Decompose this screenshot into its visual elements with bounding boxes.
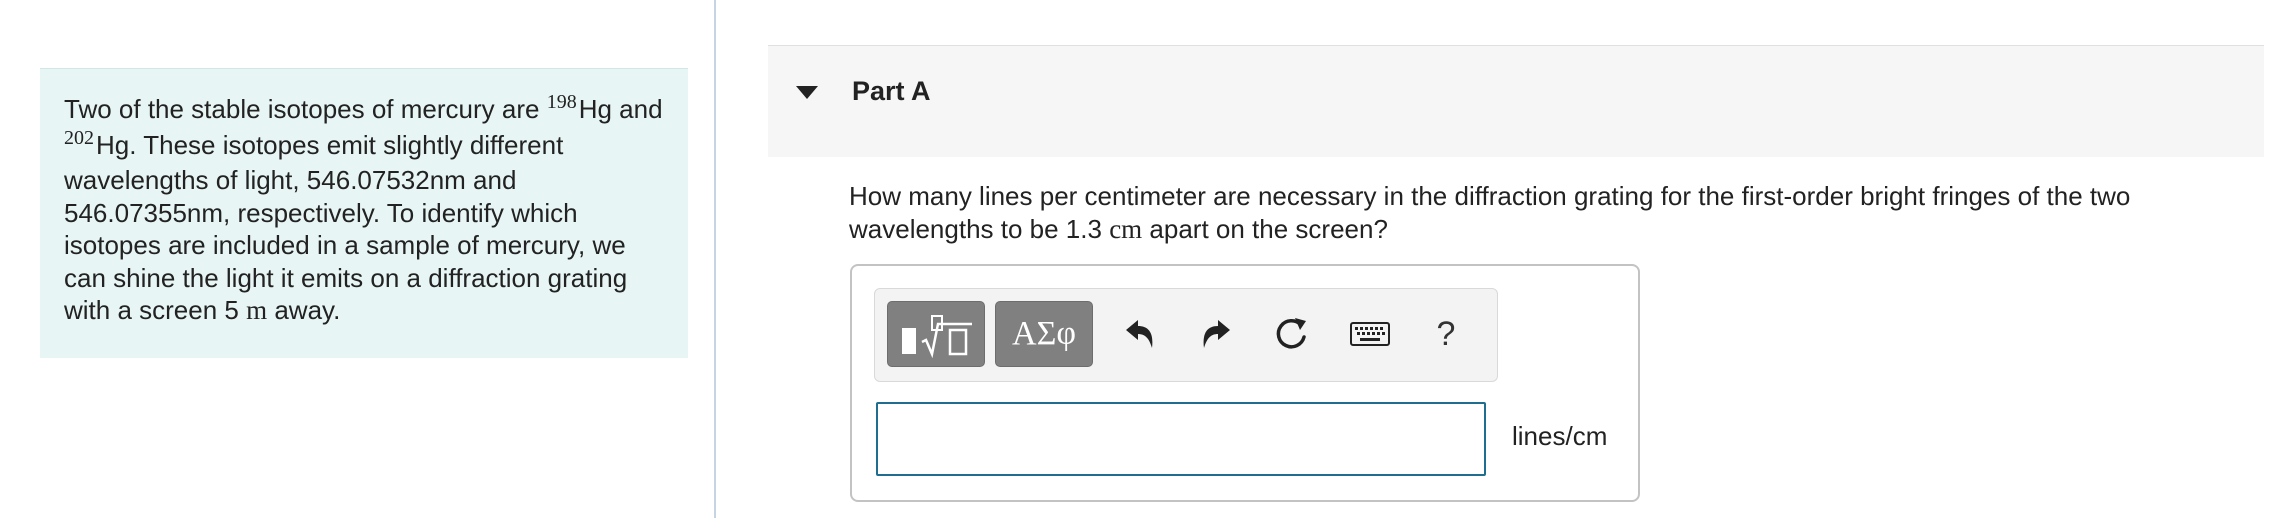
math-toolbar: ΑΣφ ?	[874, 288, 1498, 382]
problem-column: Two of the stable isotopes of mercury ar…	[0, 0, 716, 518]
greek-symbols-button[interactable]: ΑΣφ	[995, 301, 1093, 367]
answer-input[interactable]	[876, 402, 1486, 476]
isotope-1-symbol: Hg	[578, 94, 612, 124]
templates-icon	[902, 315, 972, 359]
question-text-2: apart on the screen?	[1142, 213, 1388, 244]
isotope-2-symbol: Hg	[96, 129, 130, 160]
statement-text-1: Two of the stable isotopes of mercury ar…	[64, 94, 547, 124]
problem-statement-box: Two of the stable isotopes of mercury ar…	[40, 68, 688, 358]
answer-unit: lines/cm	[1512, 421, 1608, 451]
statement-text-3: . These isotopes emit slightly different…	[64, 129, 628, 326]
collapse-caret-icon[interactable]	[796, 86, 818, 99]
part-a-header[interactable]: Part A	[768, 45, 2264, 157]
question-text-1: How many lines per centimeter are necess…	[849, 181, 2131, 244]
statement-text-2: and	[611, 94, 663, 124]
templates-button[interactable]	[887, 301, 985, 367]
problem-statement: Two of the stable isotopes of mercury ar…	[64, 91, 668, 327]
page: Two of the stable isotopes of mercury ar…	[0, 0, 2296, 518]
isotope-2-mass: 202	[64, 126, 94, 149]
part-title: Part A	[852, 76, 931, 106]
isotope-1-mass: 198	[546, 91, 577, 113]
keyboard-icon[interactable]	[1345, 309, 1395, 359]
redo-icon[interactable]	[1191, 309, 1241, 359]
help-button[interactable]: ?	[1421, 309, 1471, 359]
statement-text-4: away.	[267, 295, 341, 325]
isotope-198hg: 198Hg	[546, 91, 612, 124]
answer-panel: ΑΣφ ? lines/cm	[850, 264, 1640, 502]
reset-icon[interactable]	[1267, 309, 1317, 359]
distance-unit: m	[246, 295, 268, 325]
undo-icon[interactable]	[1115, 309, 1165, 359]
question-unit: cm	[1109, 213, 1143, 244]
isotope-202hg: 202Hg	[64, 126, 130, 160]
question-text: How many lines per centimeter are necess…	[849, 180, 2249, 245]
